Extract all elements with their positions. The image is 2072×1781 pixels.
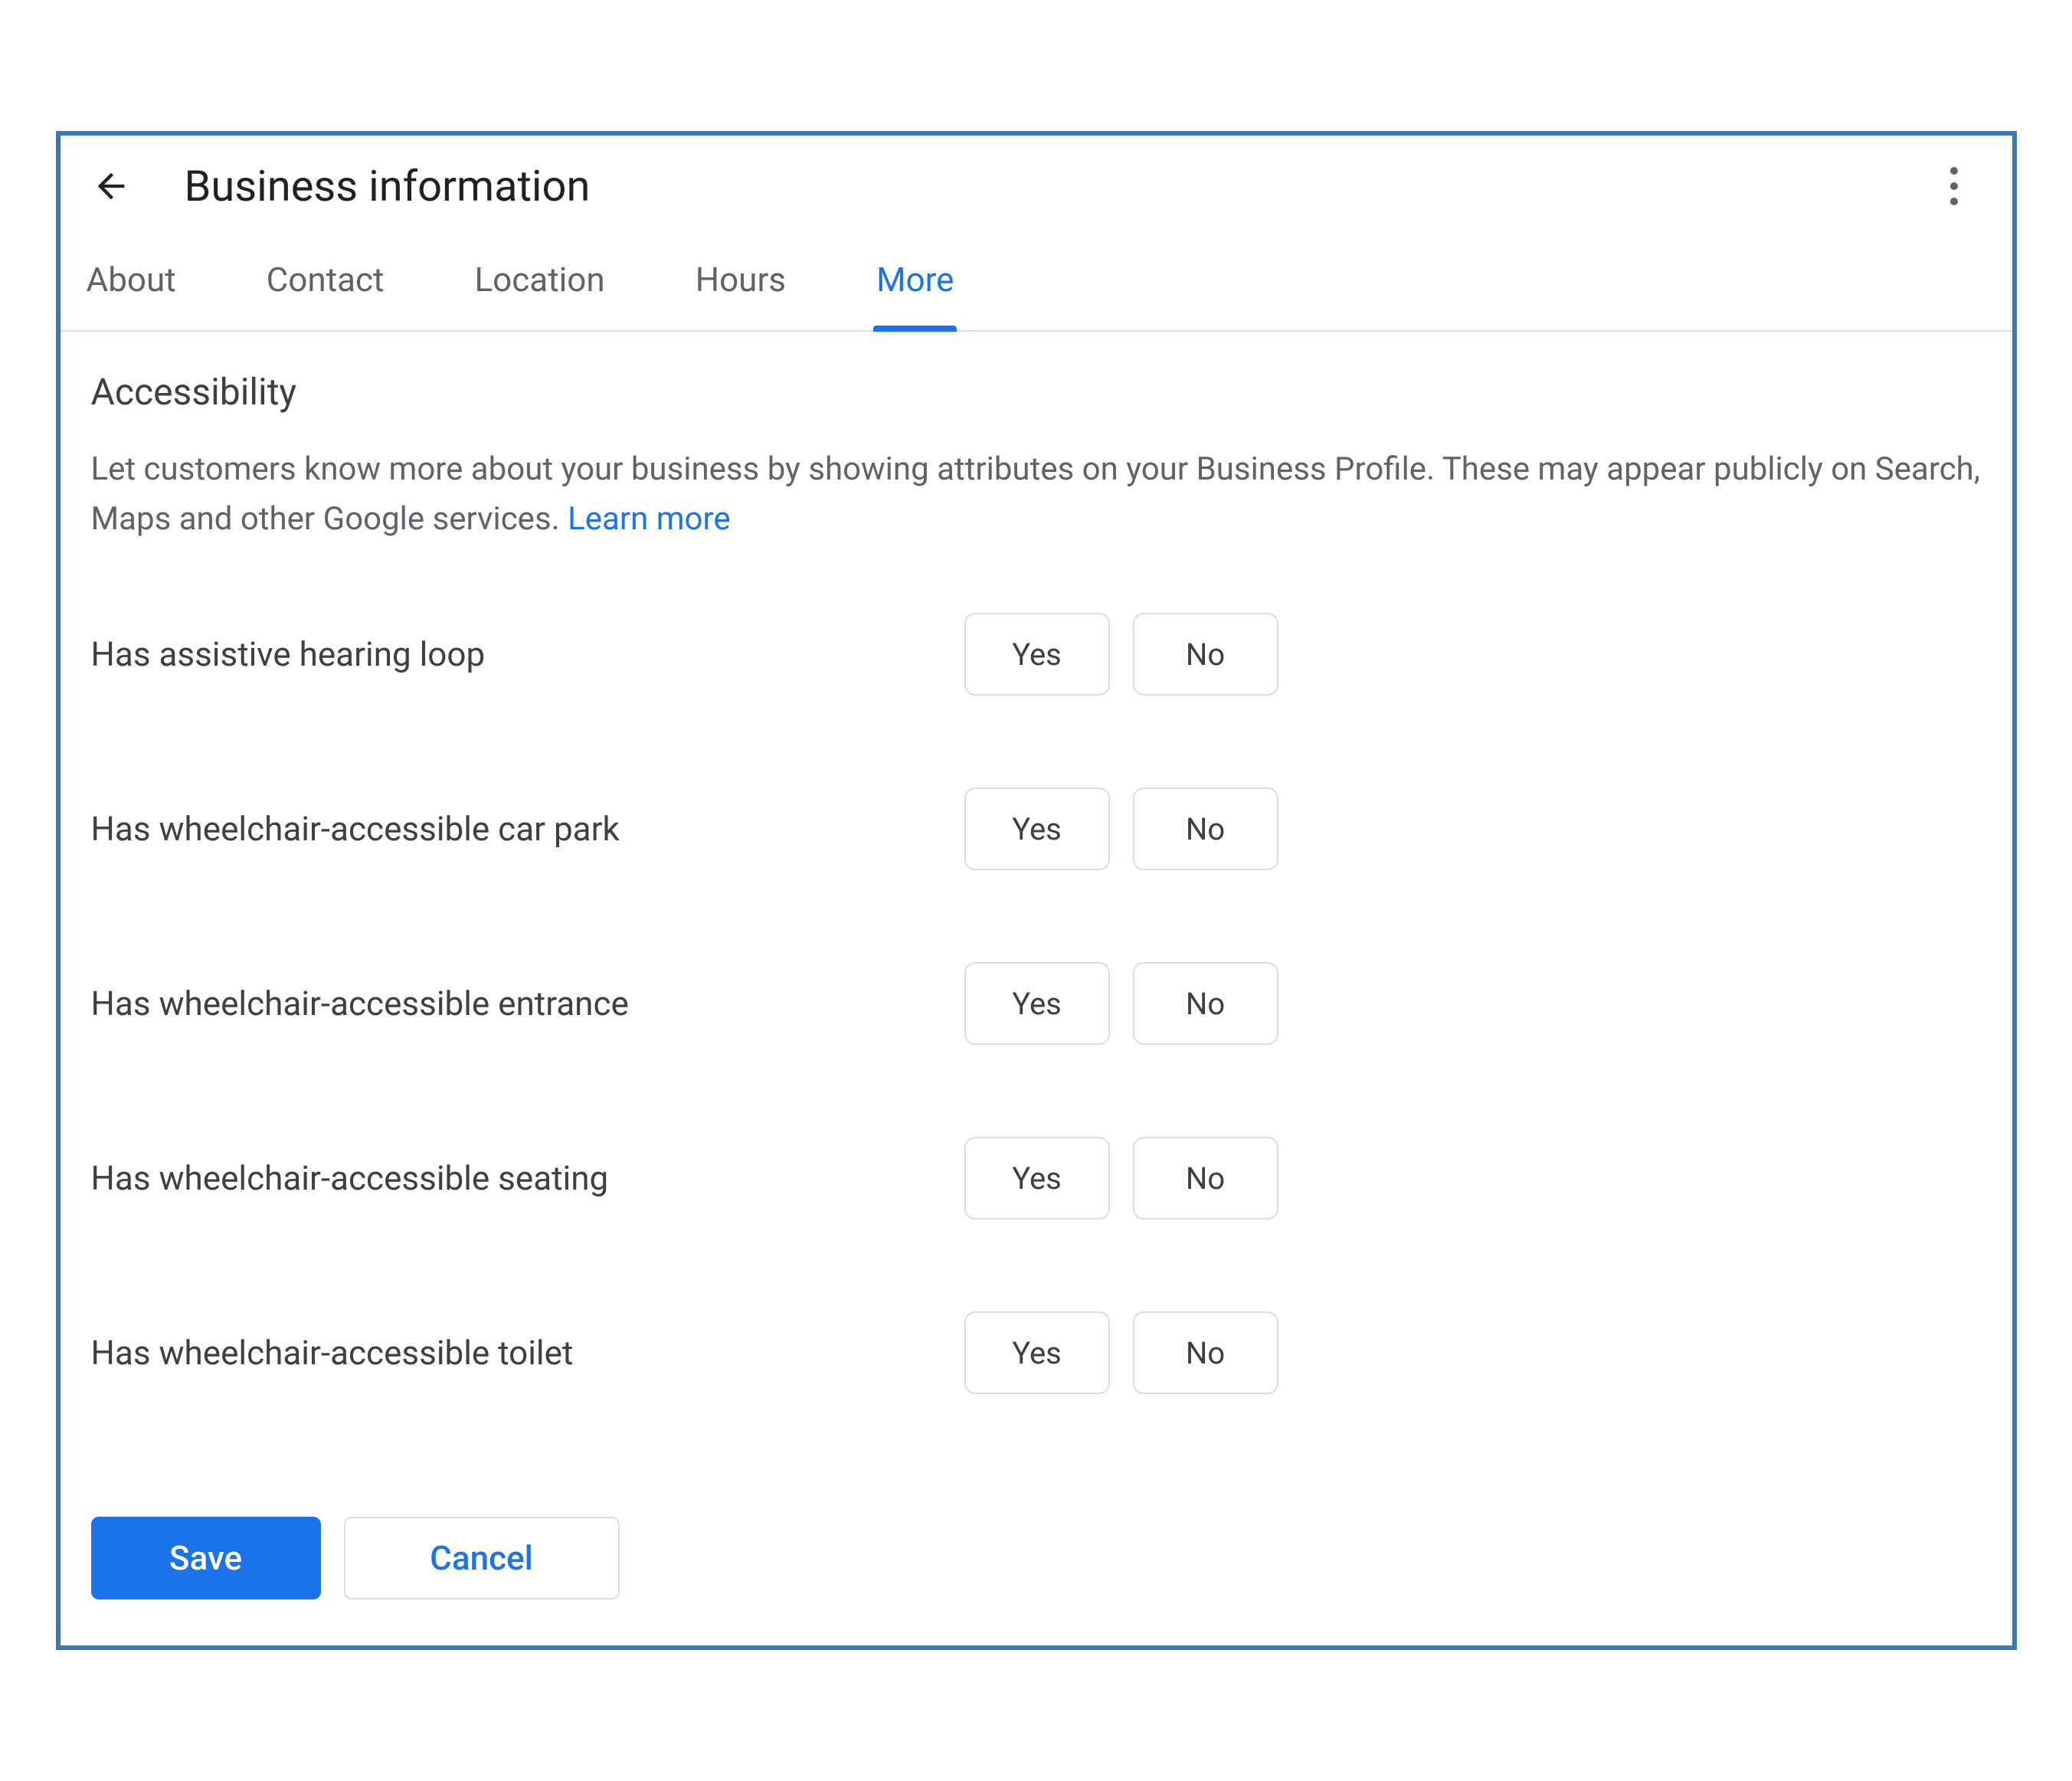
no-button[interactable]: No — [1133, 962, 1278, 1045]
yes-no-group: Yes No — [964, 613, 1278, 696]
save-button[interactable]: Save — [91, 1517, 321, 1599]
tab-hours[interactable]: Hours — [692, 237, 789, 330]
yes-no-group: Yes No — [964, 787, 1278, 870]
tab-more[interactable]: More — [873, 237, 957, 330]
learn-more-link[interactable]: Learn more — [568, 500, 730, 538]
section-description: Let customers know more about your busin… — [91, 444, 1982, 544]
tab-bar: About Contact Location Hours More — [61, 237, 2012, 332]
panel-header: Business information — [61, 136, 2012, 237]
no-button[interactable]: No — [1133, 787, 1278, 870]
yes-button[interactable]: Yes — [964, 962, 1110, 1045]
tab-about[interactable]: About — [83, 237, 179, 330]
attribute-label: Has wheelchair-accessible seating — [91, 1158, 934, 1198]
attribute-row: Has wheelchair-accessible seating Yes No — [91, 1137, 1982, 1220]
attribute-label: Has wheelchair-accessible entrance — [91, 984, 934, 1023]
business-info-panel: Business information About Contact Locat… — [56, 131, 2017, 1650]
tab-contact[interactable]: Contact — [264, 237, 388, 330]
content-area: Accessibility Let customers know more ab… — [61, 332, 2012, 1517]
yes-button[interactable]: Yes — [964, 613, 1110, 696]
attribute-label: Has assistive hearing loop — [91, 634, 934, 674]
section-description-text: Let customers know more about your busin… — [91, 450, 1981, 538]
yes-no-group: Yes No — [964, 1311, 1278, 1394]
cancel-button[interactable]: Cancel — [344, 1517, 620, 1599]
attribute-row: Has wheelchair-accessible entrance Yes N… — [91, 962, 1982, 1045]
footer-actions: Save Cancel — [61, 1517, 2012, 1645]
yes-no-group: Yes No — [964, 1137, 1278, 1220]
attribute-label: Has wheelchair-accessible car park — [91, 809, 934, 849]
more-vert-icon — [1950, 167, 1958, 205]
no-button[interactable]: No — [1133, 1137, 1278, 1220]
yes-button[interactable]: Yes — [964, 1137, 1110, 1220]
no-button[interactable]: No — [1133, 613, 1278, 696]
more-menu-button[interactable] — [1926, 159, 1982, 214]
back-button[interactable] — [83, 159, 139, 214]
attribute-row: Has wheelchair-accessible car park Yes N… — [91, 787, 1982, 870]
tab-location[interactable]: Location — [471, 237, 607, 330]
attribute-row: Has assistive hearing loop Yes No — [91, 613, 1982, 696]
attribute-label: Has wheelchair-accessible toilet — [91, 1333, 934, 1373]
yes-button[interactable]: Yes — [964, 1311, 1110, 1394]
yes-no-group: Yes No — [964, 962, 1278, 1045]
arrow-back-icon — [91, 166, 131, 206]
yes-button[interactable]: Yes — [964, 787, 1110, 870]
no-button[interactable]: No — [1133, 1311, 1278, 1394]
section-title: Accessibility — [91, 370, 1982, 414]
attribute-row: Has wheelchair-accessible toilet Yes No — [91, 1311, 1982, 1394]
panel-title: Business information — [185, 161, 1881, 211]
